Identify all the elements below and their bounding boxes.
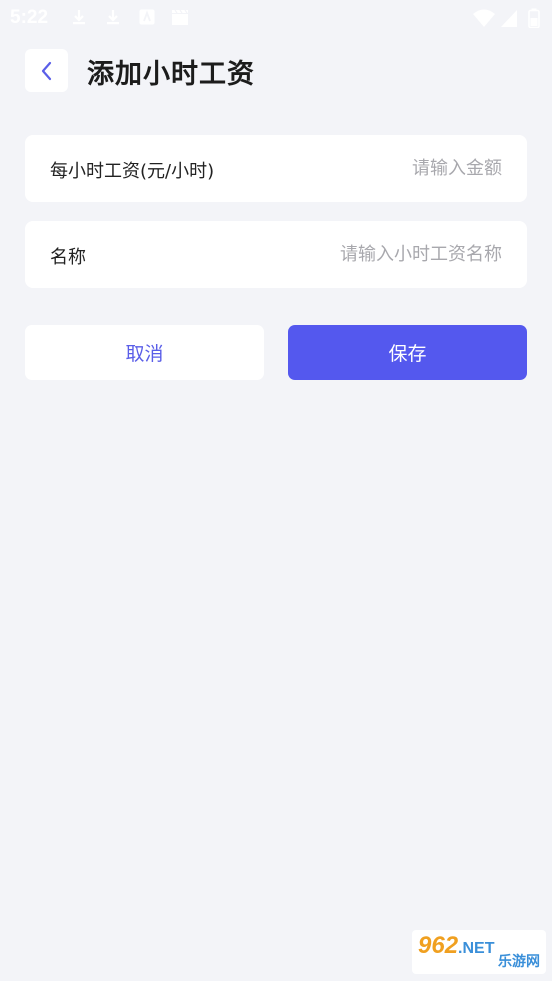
battery-icon	[528, 8, 540, 28]
name-row: 名称	[25, 221, 527, 288]
page-header: 添加小时工资	[0, 46, 552, 96]
wifi-icon	[473, 9, 495, 27]
watermark-site-name: 乐游网	[498, 954, 540, 970]
signal-icon	[501, 10, 517, 27]
hourly-wage-label: 每小时工资(元/小时)	[50, 161, 215, 182]
name-label: 名称	[50, 247, 86, 268]
name-input[interactable]	[202, 235, 502, 273]
watermark-number-text: 962	[418, 932, 459, 959]
watermark-logo: 962.NET 乐游网	[412, 930, 546, 974]
status-time: 5:22	[10, 7, 49, 28]
hourly-wage-row: 每小时工资(元/小时)	[25, 135, 527, 202]
back-button[interactable]	[25, 49, 68, 92]
cancel-button[interactable]: 取消	[25, 325, 264, 380]
download-icon	[107, 10, 119, 25]
watermark-net-text: .NET	[458, 940, 495, 957]
chevron-left-icon	[41, 61, 51, 80]
hourly-wage-input[interactable]	[242, 149, 502, 187]
watermark-number: 962.NET	[418, 932, 495, 960]
status-bar: 5:22	[0, 0, 552, 36]
page-title: 添加小时工资	[87, 59, 255, 90]
clapperboard-icon	[172, 9, 188, 25]
save-button[interactable]: 保存	[288, 325, 527, 380]
app-icon	[139, 9, 155, 25]
download-icon	[73, 10, 85, 25]
